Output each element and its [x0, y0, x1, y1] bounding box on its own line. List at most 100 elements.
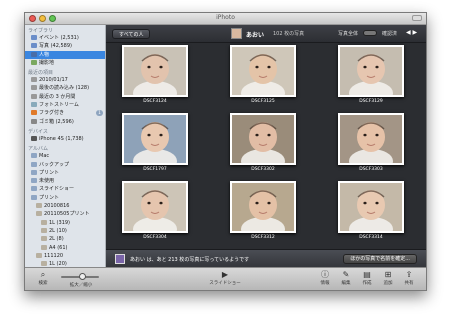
- sidebar-item[interactable]: フォトストリーム: [25, 101, 105, 109]
- iphone-icon: [31, 135, 37, 141]
- photo-thumbnail[interactable]: [122, 45, 188, 97]
- sidebar-item[interactable]: Mac: [25, 152, 105, 160]
- sidebar-section-header: ライブラリ: [28, 28, 54, 34]
- folder-icon: [31, 186, 37, 192]
- fullscreen-button[interactable]: [412, 15, 422, 21]
- sidebar-section-header: デバイス: [28, 128, 48, 135]
- add-label: 追加: [383, 281, 393, 286]
- sidebar-item-label: 2010/01/17: [39, 77, 68, 84]
- clock-icon: [31, 85, 37, 91]
- sidebar-item[interactable]: プリント: [25, 169, 105, 177]
- photo-thumbnail[interactable]: [230, 45, 296, 97]
- flag-icon: [31, 110, 37, 116]
- sidebar-item[interactable]: プリント: [25, 194, 105, 202]
- info-button[interactable]: ⓘ 情報: [317, 270, 333, 286]
- photo-caption: DSCF3312: [251, 235, 275, 240]
- sidebar-item[interactable]: 人物: [25, 50, 105, 59]
- add-button[interactable]: ⊞ 追加: [380, 270, 396, 286]
- photo-caption: DSCF3314: [359, 235, 383, 240]
- banner-text: あおい は、あと 213 枚の写真に写っているようです: [130, 257, 250, 263]
- sidebar-item[interactable]: 撮影地: [25, 59, 105, 67]
- sidebar-item[interactable]: 最近の 3 か月間: [25, 93, 105, 101]
- sidebar-item[interactable]: 2L (8): [25, 235, 105, 243]
- search-button[interactable]: ⌕ 検索: [33, 270, 53, 286]
- sidebar-item-label: フラグ付き: [39, 110, 65, 117]
- photo-caption: DSCF3304: [143, 235, 167, 240]
- sidebar-item[interactable]: 最後の読み込み (128): [25, 84, 105, 92]
- person-name[interactable]: あおい: [246, 30, 264, 39]
- photo-thumbnail[interactable]: [338, 113, 404, 165]
- folder-icon: [31, 194, 37, 200]
- share-label: 共有: [404, 281, 414, 286]
- bottom-toolbar: ⌕ 検索 拡大／縮小 ▶ スライドショー ⓘ 情報 ✎ 編集 ▤ 作成 ⊞ 追加…: [25, 267, 426, 290]
- edit-button[interactable]: ✎ 編集: [338, 270, 354, 286]
- sidebar-item[interactable]: ゴミ箱 (2,596): [25, 118, 105, 126]
- source-list-sidebar: ライブラリ イベント (2,531) 写真 (42,589) 人物 撮影地 最近の項目 20…: [25, 25, 106, 267]
- share-button[interactable]: ⇪ 共有: [401, 270, 417, 286]
- view-mode-toggle[interactable]: [363, 30, 377, 36]
- sidebar-item[interactable]: 20110505プリント: [25, 210, 105, 218]
- sidebar-item[interactable]: A4 (61): [25, 244, 105, 252]
- title-bar[interactable]: iPhoto: [25, 13, 426, 25]
- sidebar-item[interactable]: 未使用: [25, 177, 105, 185]
- sidebar-item[interactable]: スライドショー: [25, 185, 105, 193]
- photo-thumbnail[interactable]: [122, 113, 188, 165]
- photo-item[interactable]: DSCF3304: [120, 181, 190, 244]
- sidebar-item[interactable]: 1L (20): [25, 260, 105, 267]
- photo-caption: DSCF3303: [359, 167, 383, 172]
- search-label: 検索: [38, 281, 48, 286]
- photo-item[interactable]: DSCF3125: [228, 45, 298, 108]
- zoom-slider-knob[interactable]: [79, 273, 86, 280]
- info-icon: ⓘ: [321, 270, 329, 279]
- photo-caption: DSCF1797: [143, 167, 167, 172]
- prev-next-arrows[interactable]: ◀ ▶: [406, 29, 417, 36]
- mode-all-photos-label: 写真全体: [338, 31, 359, 37]
- zoom-slider[interactable]: [61, 273, 99, 280]
- photo-item[interactable]: DSCF3124: [120, 45, 190, 108]
- edit-label: 編集: [341, 281, 351, 286]
- sidebar-item-label: 1L (319): [49, 219, 71, 226]
- sidebar-item[interactable]: 1L (319): [25, 219, 105, 227]
- album-icon: [41, 244, 47, 250]
- sidebar-item[interactable]: 111120: [25, 252, 105, 260]
- photo-thumbnail[interactable]: [122, 181, 188, 233]
- trash-icon: [31, 118, 37, 124]
- sidebar-item[interactable]: イベント (2,531): [25, 34, 105, 42]
- face-suggestion-banner: あおい は、あと 213 枚の写真に写っているようです ほかの写真で名前を確定.…: [106, 249, 426, 267]
- sidebar-item[interactable]: フラグ付き 1: [25, 109, 105, 117]
- photo-item[interactable]: DSCF3303: [336, 113, 406, 176]
- album-icon: [41, 227, 47, 233]
- photo-thumbnail[interactable]: [338, 45, 404, 97]
- sidebar-item[interactable]: 写真 (42,589): [25, 42, 105, 50]
- faces-icon: [115, 254, 125, 264]
- all-people-button[interactable]: すべての人: [112, 29, 151, 39]
- sidebar-item-label: 人物: [39, 51, 50, 58]
- photo-thumbnail[interactable]: [230, 181, 296, 233]
- slideshow-button[interactable]: ▶ スライドショー: [205, 270, 245, 286]
- sidebar-item[interactable]: 2L (10): [25, 227, 105, 235]
- photo-item[interactable]: DSCF3302: [228, 113, 298, 176]
- confirm-names-button[interactable]: ほかの写真で名前を確定...: [343, 254, 417, 264]
- flag-count-badge: 1: [96, 110, 103, 117]
- calendar-icon: [31, 93, 37, 99]
- photo-item[interactable]: DSCF3312: [228, 181, 298, 244]
- sidebar-item[interactable]: iPhone 4S (1,738): [25, 135, 105, 143]
- photo-thumbnail[interactable]: [338, 181, 404, 233]
- sidebar-item[interactable]: バックアップ: [25, 161, 105, 169]
- album-icon: [36, 252, 42, 258]
- photo-item[interactable]: DSCF3314: [336, 181, 406, 244]
- album-icon: [36, 203, 42, 209]
- photo-item[interactable]: DSCF3129: [336, 45, 406, 108]
- photo-thumbnail[interactable]: [230, 113, 296, 165]
- photo-item[interactable]: DSCF1797: [120, 113, 190, 176]
- sidebar-item[interactable]: 2010/01/17: [25, 76, 105, 84]
- folder-icon: [31, 161, 37, 167]
- person-face-thumbnail: [231, 28, 242, 39]
- create-button[interactable]: ▤ 作成: [359, 270, 375, 286]
- sidebar-item[interactable]: 20100816: [25, 202, 105, 210]
- photo-grid: DSCF3124 DSCF3125 DSCF3129 DSCF1797 DSCF3302…: [106, 43, 426, 249]
- sidebar-item-label: 111120: [44, 252, 64, 259]
- sidebar-item-label: Mac: [39, 153, 50, 160]
- add-to-icon: ⊞: [384, 270, 392, 279]
- album-icon: [41, 261, 47, 267]
